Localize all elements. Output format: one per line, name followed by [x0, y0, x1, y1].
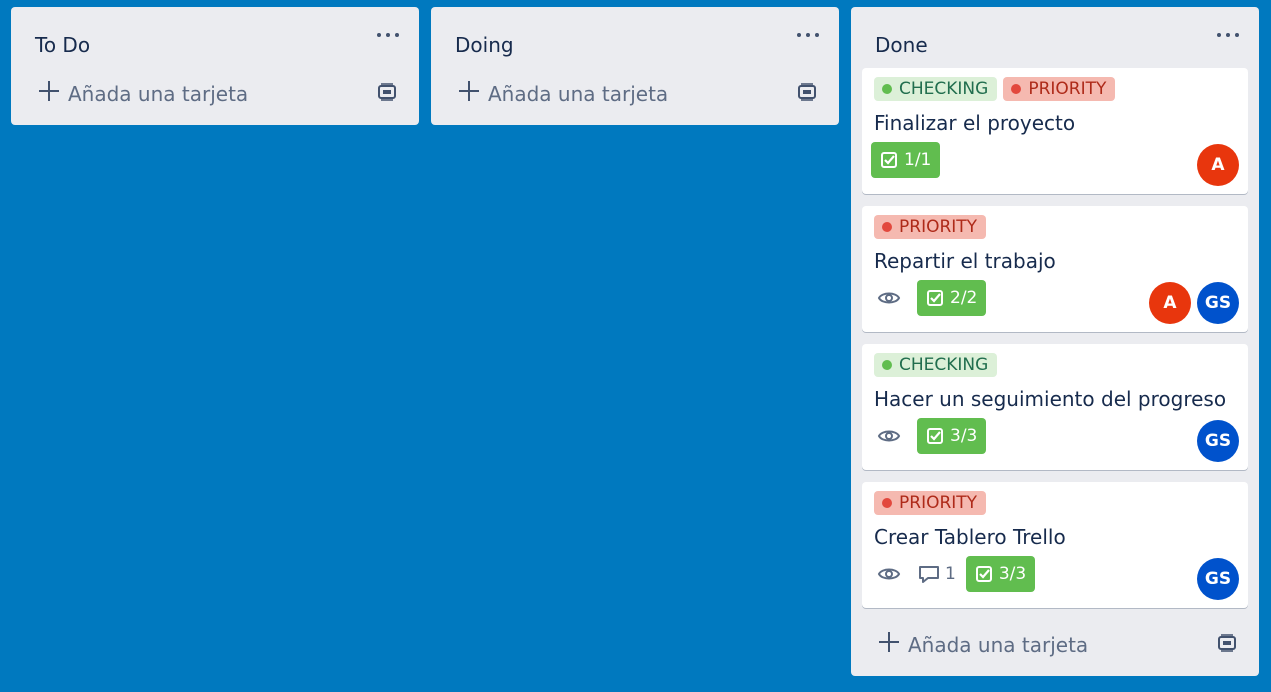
card-badges: 2/2: [871, 280, 987, 316]
add-card-button[interactable]: Añada una tarjeta: [431, 69, 839, 125]
card-title: Repartir el trabajo: [874, 249, 1056, 273]
list-title[interactable]: Doing: [455, 33, 514, 57]
card-members: A GS: [1149, 282, 1239, 324]
list-header: Done: [851, 7, 1259, 69]
card-members: GS: [1197, 558, 1239, 600]
card-title: Crear Tablero Trello: [874, 525, 1066, 549]
card-labels: CHECKING PRIORITY: [874, 77, 1116, 101]
checklist-count: 3/3: [950, 426, 978, 446]
checklist-icon: [975, 565, 993, 583]
card-members: GS: [1197, 420, 1239, 462]
list-header: To Do: [11, 7, 419, 69]
avatar[interactable]: GS: [1197, 282, 1239, 324]
dot-icon: [395, 33, 399, 37]
label-priority[interactable]: PRIORITY: [874, 491, 987, 515]
card-labels: PRIORITY: [874, 491, 987, 515]
checklist-count: 1/1: [904, 150, 932, 170]
plus-icon: [879, 632, 899, 652]
template-icon[interactable]: [1217, 634, 1237, 652]
list-menu-button[interactable]: [1217, 24, 1239, 46]
eye-icon: [871, 418, 907, 454]
checklist-badge: 3/3: [917, 418, 987, 454]
avatar[interactable]: GS: [1197, 558, 1239, 600]
checklist-count: 3/3: [998, 564, 1027, 584]
list-menu-button[interactable]: [377, 24, 399, 46]
add-card-button[interactable]: Añada una tarjeta: [11, 69, 419, 125]
checklist-badge: 2/2: [917, 280, 987, 316]
card[interactable]: CHECKING Hacer un seguimiento del progre…: [862, 344, 1248, 470]
list-doing: Doing Añada una tarjeta: [431, 7, 839, 125]
checklist-icon: [880, 151, 898, 169]
list-done: Done CHECKING PRIORITY Finalizar el proy…: [851, 7, 1259, 676]
list-todo: To Do Añada una tarjeta: [11, 7, 419, 125]
avatar[interactable]: A: [1149, 282, 1191, 324]
dot-icon: [815, 33, 819, 37]
card-badges: 3/3: [871, 418, 987, 454]
label-priority[interactable]: PRIORITY: [1003, 77, 1116, 101]
list-menu-button[interactable]: [797, 24, 819, 46]
dot-icon: [1217, 33, 1221, 37]
card[interactable]: PRIORITY Repartir el trabajo 2/2 A GS: [862, 206, 1248, 332]
dot-icon: [806, 33, 810, 37]
checklist-count: 2/2: [950, 288, 978, 308]
list-title[interactable]: To Do: [35, 33, 90, 57]
dot-icon: [797, 33, 801, 37]
card-badges: 1/1: [871, 142, 941, 178]
checklist-icon: [926, 289, 944, 307]
comment-badge: 1: [917, 562, 956, 586]
plus-icon: [39, 81, 59, 101]
card-title: Hacer un seguimiento del progreso: [874, 387, 1227, 411]
checklist-icon: [926, 427, 944, 445]
dot-icon: [1226, 33, 1230, 37]
checklist-badge: 1/1: [871, 142, 941, 178]
avatar[interactable]: A: [1197, 144, 1239, 186]
card-title: Finalizar el proyecto: [874, 111, 1076, 135]
dot-icon: [386, 33, 390, 37]
label-checking[interactable]: CHECKING: [874, 77, 998, 101]
add-card-label: Añada una tarjeta: [68, 82, 249, 106]
card[interactable]: CHECKING PRIORITY Finalizar el proyecto …: [862, 68, 1248, 194]
plus-icon: [459, 81, 479, 101]
dot-icon: [1235, 33, 1239, 37]
template-icon[interactable]: [377, 83, 397, 101]
card-list: CHECKING PRIORITY Finalizar el proyecto …: [851, 68, 1259, 608]
list-title[interactable]: Done: [875, 33, 928, 57]
card-badges: 1 3/3: [871, 556, 1036, 592]
dot-icon: [377, 33, 381, 37]
comment-count: 1: [945, 564, 956, 584]
card-members: A: [1197, 144, 1239, 186]
add-card-button[interactable]: Añada una tarjeta: [851, 620, 1259, 676]
card[interactable]: PRIORITY Crear Tablero Trello 1 3/3 GS: [862, 482, 1248, 608]
add-card-label: Añada una tarjeta: [908, 633, 1089, 657]
card-labels: CHECKING: [874, 353, 998, 377]
add-card-label: Añada una tarjeta: [488, 82, 669, 106]
template-icon[interactable]: [797, 83, 817, 101]
eye-icon: [871, 280, 907, 316]
card-labels: PRIORITY: [874, 215, 987, 239]
label-checking[interactable]: CHECKING: [874, 353, 998, 377]
avatar[interactable]: GS: [1197, 420, 1239, 462]
checklist-badge: 3/3: [965, 556, 1036, 592]
list-header: Doing: [431, 7, 839, 69]
eye-icon: [871, 556, 907, 592]
comment-icon: [917, 562, 941, 586]
label-priority[interactable]: PRIORITY: [874, 215, 987, 239]
